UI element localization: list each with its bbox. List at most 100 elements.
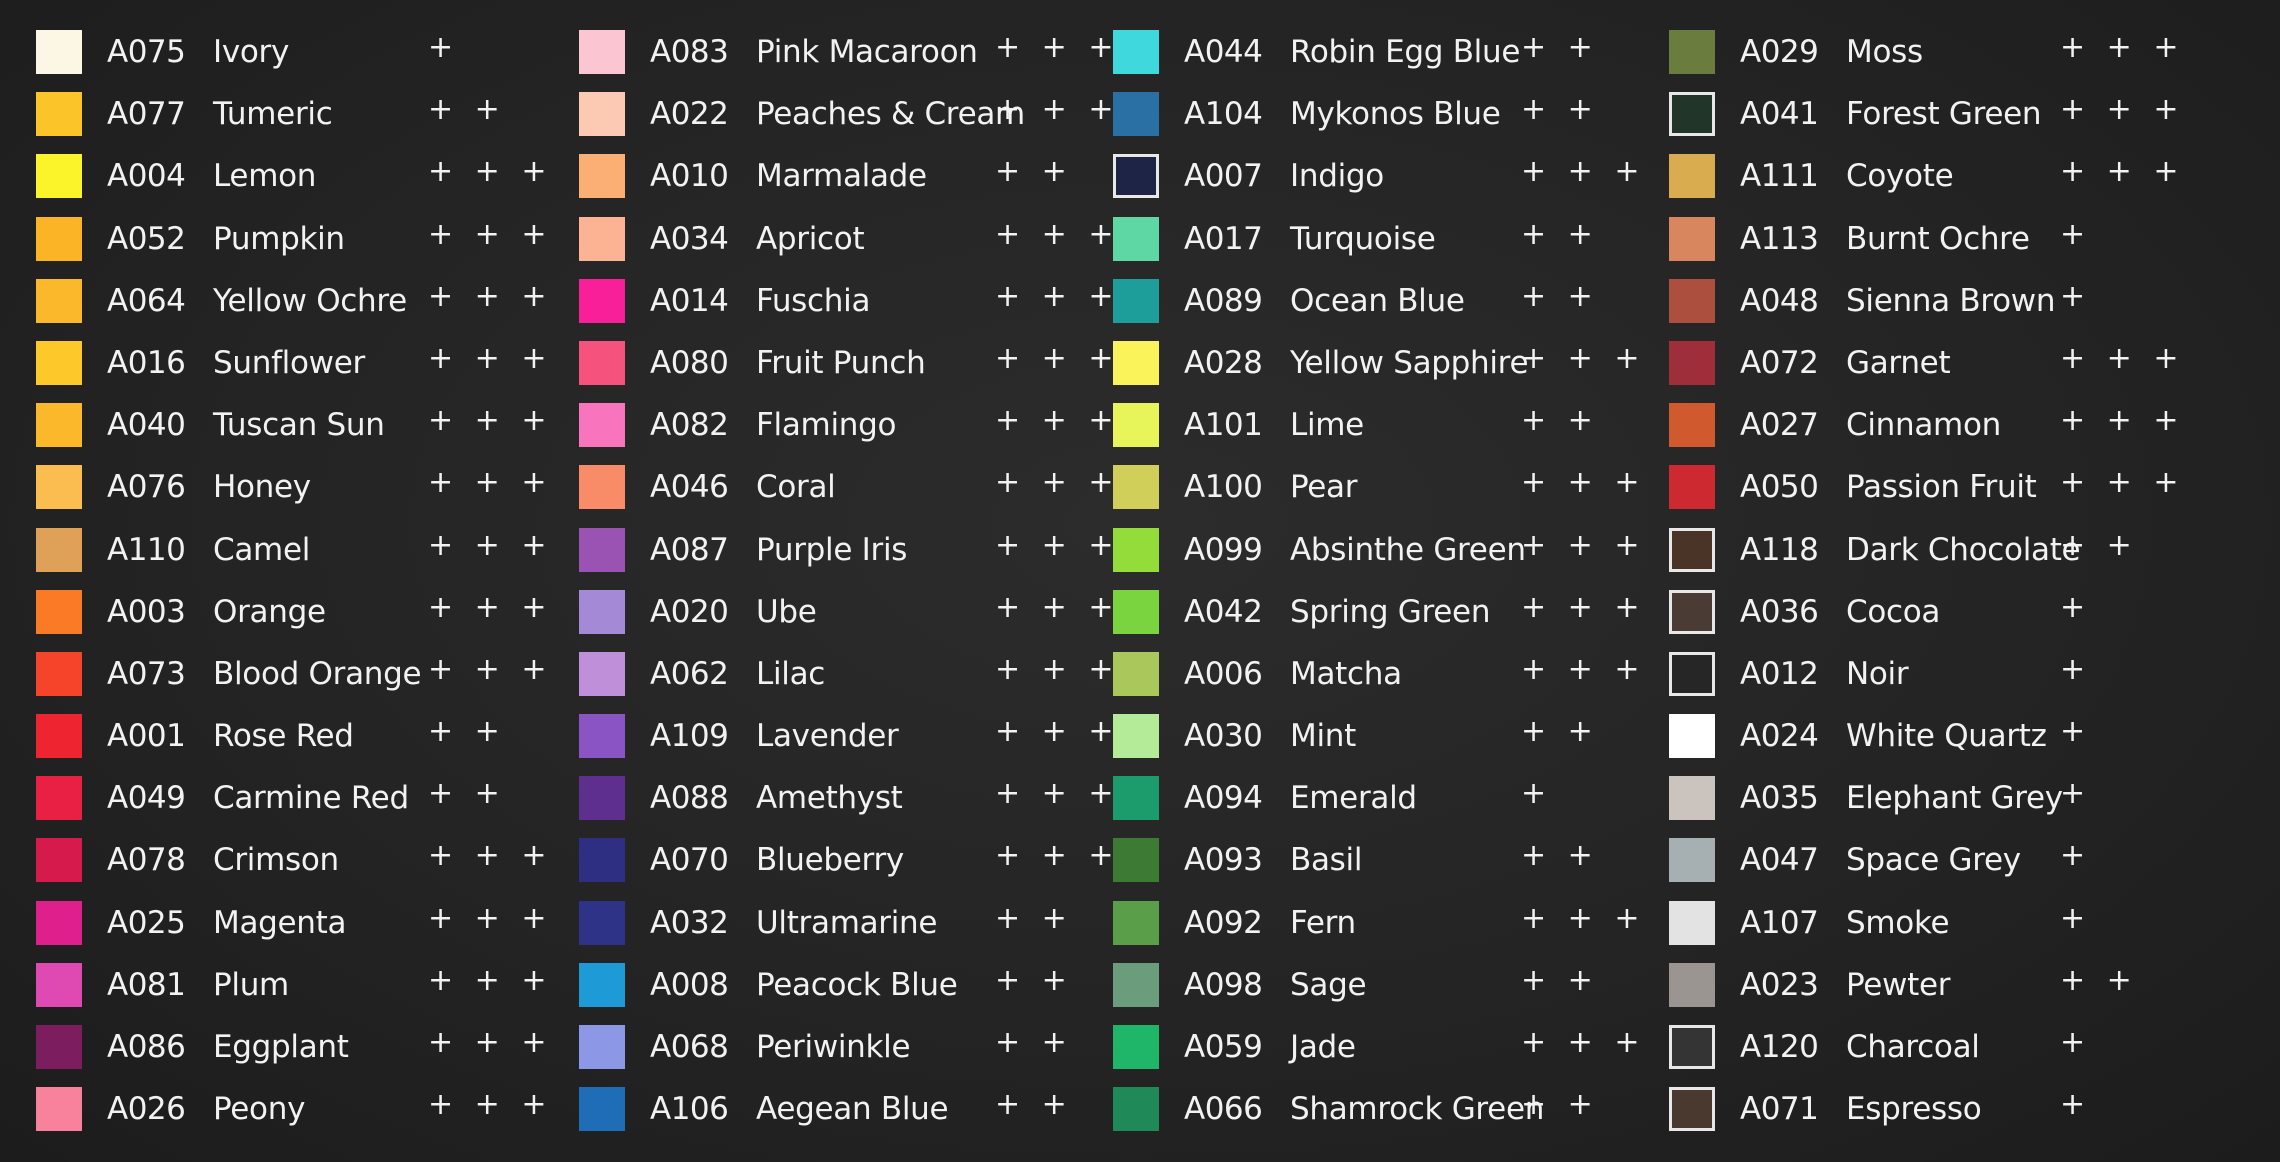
color-name: Coral [756,469,836,506]
color-swatch [1669,651,1715,696]
lightfastness-rating: + + + [1521,589,1646,625]
lightfastness-rating: + + + [428,962,553,998]
color-name: Coyote [1846,158,1954,195]
lightfastness-rating: + + [1521,92,1599,128]
lightfastness-rating: + + [1521,962,1599,998]
color-name: Flamingo [756,407,897,444]
color-code: A036 [1740,593,1819,630]
color-swatch [36,465,82,510]
color-code: A020 [650,593,729,630]
color-code: A068 [650,1029,729,1065]
lightfastness-rating: + + + [995,714,1120,750]
color-swatch [36,962,82,1007]
color-swatch [579,1025,625,1069]
color-name: Sage [1290,966,1367,1003]
color-row: A044 Robin Egg Blue + + [1103,24,1643,86]
color-code: A109 [650,718,729,755]
lightfastness-rating: + [2060,216,2092,252]
color-code: A047 [1740,842,1819,879]
color-name: Mint [1290,718,1356,755]
color-name: Dark Chocolate [1846,531,2081,568]
color-row: A027 Cinnamon + + + [1659,397,2199,459]
lightfastness-rating: + + [995,1025,1073,1060]
color-swatch [579,651,625,696]
color-name: Matcha [1290,655,1402,692]
lightfastness-rating: + + [1521,714,1599,750]
color-row: A052 Pumpkin + + + [26,211,566,273]
color-swatch [1113,154,1159,199]
color-row: A034 Apricot + + + [569,211,1113,273]
lightfastness-rating: + + + [995,651,1120,687]
color-swatch [1113,714,1159,759]
color-name: Yellow Ochre [213,282,407,319]
color-code: A034 [650,220,729,257]
color-row: A041 Forest Green + + + [1659,86,2199,148]
lightfastness-rating: + + + [428,154,553,190]
color-swatch [1669,714,1715,759]
color-code: A035 [1740,780,1819,817]
color-code: A071 [1740,1091,1819,1128]
lightfastness-rating: + + [2060,527,2138,563]
lightfastness-rating: + + + [428,527,553,563]
color-row: A032 Ultramarine + + [569,895,1109,957]
color-code: A113 [1740,220,1819,257]
lightfastness-rating: + [2060,776,2092,812]
color-row: A016 Sunflower + + + [26,335,566,397]
color-row: A049 Carmine Red + + [26,770,566,832]
color-row: A101 Lime + + [1103,397,1643,459]
color-swatch [36,900,82,945]
lightfastness-rating: + + + [428,1087,553,1123]
color-swatch [1113,92,1159,137]
lightfastness-rating: + + [428,92,506,128]
color-row: A035 Elephant Grey + [1659,770,2199,832]
color-code: A016 [107,344,186,381]
color-swatch [1669,776,1715,821]
lightfastness-rating: + + + [2060,92,2185,128]
color-name: Smoke [1846,904,1950,941]
color-name: Carmine Red [213,780,409,817]
lightfastness-rating: + [428,30,460,65]
color-name: Periwinkle [756,1029,911,1065]
color-name: Yellow Sapphire [1290,344,1529,381]
color-row: A086 Eggplant + + + [26,1019,566,1081]
color-code: A032 [650,904,729,941]
color-code: A022 [650,96,729,133]
color-column-2: A083 Pink Macaroon + + + A022 Peaches & Crea… [569,24,1160,1143]
color-code: A106 [650,1091,729,1128]
color-row: A024 White Quartz + [1659,708,2199,770]
color-row: A104 Mykonos Blue + + [1103,86,1643,148]
color-code: A086 [107,1029,186,1065]
color-code: A001 [107,718,186,755]
color-swatch [1113,340,1159,385]
color-row: A020 Ube + + + [569,584,1113,646]
color-row: A042 Spring Green + + + [1103,584,1643,646]
color-name: Eggplant [213,1029,349,1065]
color-swatch [1113,962,1159,1007]
lightfastness-rating: + + + [2060,403,2185,439]
color-code: A027 [1740,407,1819,444]
lightfastness-rating: + + + [428,1025,553,1060]
color-swatch [36,216,82,261]
color-row: A047 Space Grey + [1659,832,2199,894]
color-name: Robin Egg Blue [1290,34,1521,70]
lightfastness-rating: + + + [2060,340,2185,376]
color-code: A072 [1740,344,1819,381]
color-name: Tuscan Sun [213,407,385,444]
color-name: White Quartz [1846,718,2047,755]
color-code: A026 [107,1091,186,1128]
lightfastness-rating: + + + [1521,154,1646,190]
color-row: A080 Fruit Punch + + + [569,335,1113,397]
color-code: A064 [107,282,186,319]
color-code: A077 [107,96,186,133]
color-code: A101 [1184,407,1263,444]
color-row: A106 Aegean Blue + + [569,1081,1109,1143]
color-swatch [1669,838,1715,883]
color-code: A014 [650,282,729,319]
color-swatch [1113,465,1159,510]
color-swatch [36,527,82,572]
color-code: A028 [1184,344,1263,381]
color-row: A050 Passion Fruit + + + [1659,459,2199,521]
lightfastness-rating: + + + [995,340,1120,376]
color-code: A081 [107,966,186,1003]
color-name: Moss [1846,34,1923,70]
